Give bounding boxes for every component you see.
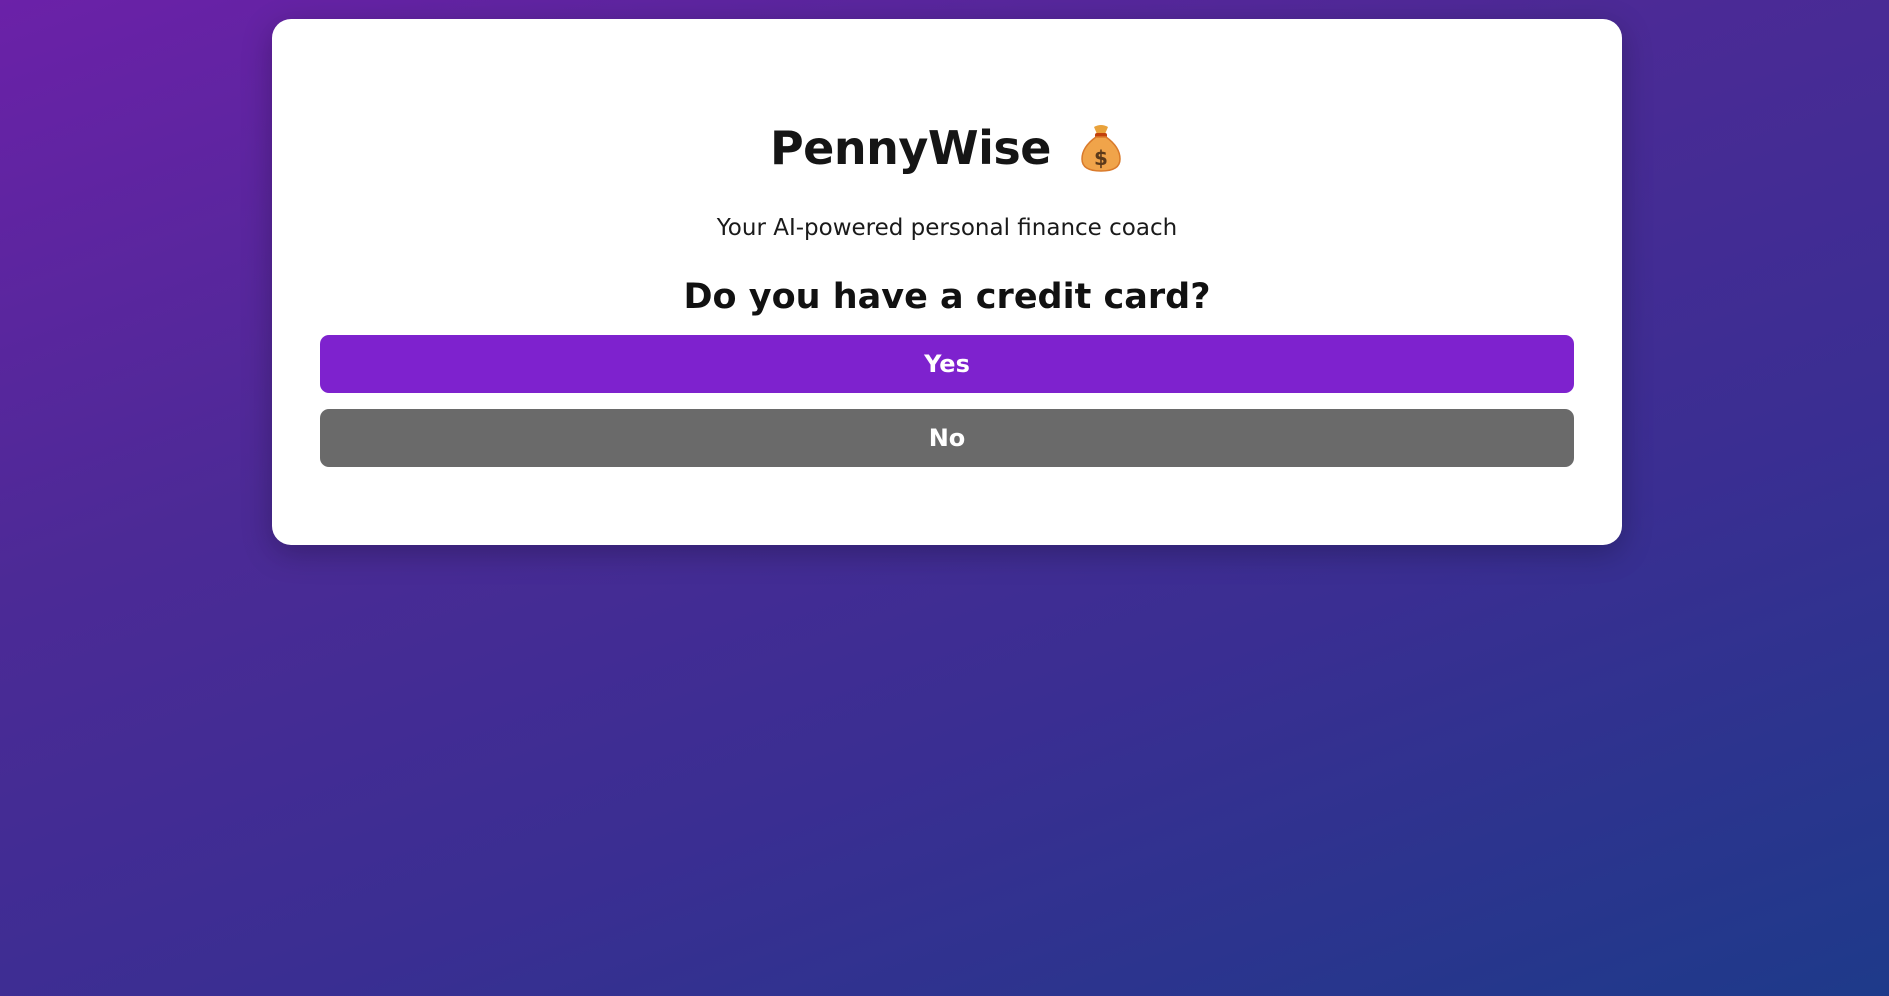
app-subtitle: Your AI-powered personal finance coach	[716, 215, 1178, 241]
no-button[interactable]: No	[320, 409, 1574, 467]
svg-text:$: $	[1094, 146, 1108, 170]
app-title: PennyWise	[769, 121, 1051, 175]
question-card: PennyWise $ Your AI-powered personal fin…	[272, 19, 1622, 545]
question-text: Do you have a credit card?	[683, 277, 1211, 317]
yes-button[interactable]: Yes	[320, 335, 1574, 393]
money-bag-icon: $	[1078, 123, 1124, 173]
header: PennyWise $	[272, 121, 1622, 185]
